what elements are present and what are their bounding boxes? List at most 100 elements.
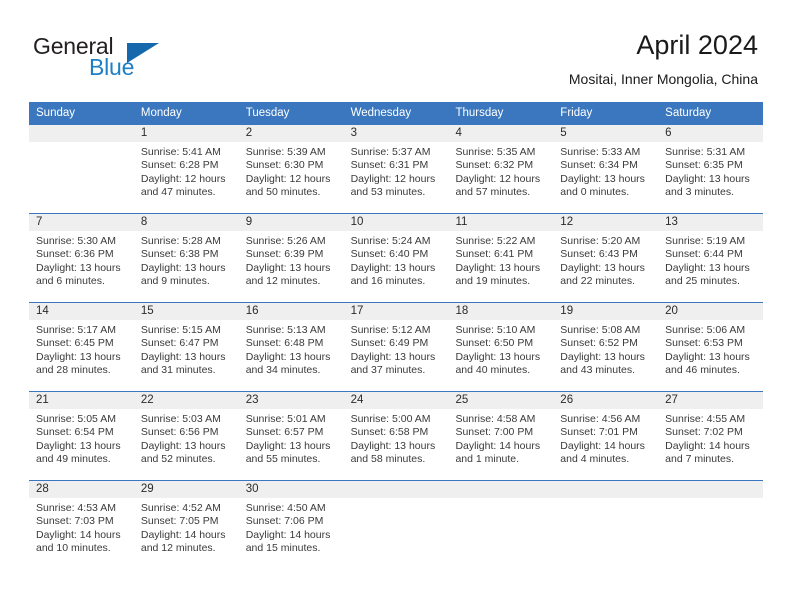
sunrise-line: Sunrise: 5:37 AM (350, 146, 431, 158)
sunrise-line: Sunrise: 5:31 AM (665, 146, 746, 158)
day-number (29, 125, 134, 142)
daylight-line-2: and 4 minutes. (560, 453, 630, 466)
daylight-line-1: Daylight: 14 hours (140, 528, 226, 541)
day-cell[interactable] (658, 481, 764, 570)
day-cell[interactable]: 25 Sunrise: 4:58 AM Sunset: 7:00 PM Dayl… (448, 392, 554, 480)
day-cell[interactable]: 17 Sunrise: 5:12 AM Sunset: 6:49 PM Dayl… (343, 303, 449, 391)
sunrise-line: Sunrise: 5:30 AM (36, 235, 116, 247)
day-details: Sunrise: 5:22 AM Sunset: 6:41 PM Dayligh… (448, 231, 553, 289)
day-details: Sunrise: 5:06 AM Sunset: 6:53 PM Dayligh… (658, 320, 763, 378)
day-cell[interactable]: 30 Sunrise: 4:50 AM Sunset: 7:06 PM Dayl… (238, 481, 344, 570)
day-cell[interactable]: 28 Sunrise: 4:53 AM Sunset: 7:03 PM Dayl… (29, 481, 134, 570)
sunrise-line: Sunrise: 5:06 AM (665, 324, 746, 336)
day-cell[interactable]: 4 Sunrise: 5:35 AM Sunset: 6:32 PM Dayli… (448, 125, 554, 213)
day-number (343, 481, 449, 498)
daylight-line-1: Daylight: 13 hours (140, 350, 226, 363)
day-details: Sunrise: 4:53 AM Sunset: 7:03 PM Dayligh… (29, 498, 134, 556)
weekday-header-friday: Friday (560, 107, 593, 119)
daylight-line-2: and 25 minutes. (665, 275, 740, 288)
daylight-line-1: Daylight: 13 hours (560, 172, 645, 185)
day-number: 17 (343, 303, 449, 320)
logo-text-blue: Blue (89, 54, 135, 80)
sunrise-line: Sunrise: 5:39 AM (245, 146, 326, 158)
daylight-line-2: and 53 minutes. (350, 186, 426, 199)
day-cell[interactable]: 16 Sunrise: 5:13 AM Sunset: 6:48 PM Dayl… (238, 303, 344, 391)
day-cell[interactable]: 19 Sunrise: 5:08 AM Sunset: 6:52 PM Dayl… (553, 303, 659, 391)
day-cell[interactable]: 6 Sunrise: 5:31 AM Sunset: 6:35 PM Dayli… (658, 125, 764, 213)
sunrise-line: Sunrise: 4:52 AM (140, 502, 221, 514)
daylight-line-1: Daylight: 13 hours (245, 261, 331, 274)
day-cell[interactable]: 1 Sunrise: 5:41 AM Sunset: 6:28 PM Dayli… (133, 125, 239, 213)
day-details: Sunrise: 5:15 AM Sunset: 6:47 PM Dayligh… (134, 320, 239, 378)
day-cell[interactable]: 13 Sunrise: 5:19 AM Sunset: 6:44 PM Dayl… (658, 214, 764, 302)
day-cell[interactable]: 29 Sunrise: 4:52 AM Sunset: 7:05 PM Dayl… (133, 481, 239, 570)
day-cell[interactable]: 8 Sunrise: 5:28 AM Sunset: 6:38 PM Dayli… (133, 214, 239, 302)
page-subtitle: Mositai, Inner Mongolia, China (568, 71, 758, 87)
day-cell[interactable]: 3 Sunrise: 5:37 AM Sunset: 6:31 PM Dayli… (343, 125, 449, 213)
day-number: 23 (238, 392, 344, 409)
sunset-line: Sunset: 6:41 PM (455, 248, 534, 261)
day-cell[interactable]: 11 Sunrise: 5:22 AM Sunset: 6:41 PM Dayl… (448, 214, 554, 302)
sunrise-line: Sunrise: 5:12 AM (350, 324, 431, 336)
day-cell[interactable]: 27 Sunrise: 4:55 AM Sunset: 7:02 PM Dayl… (658, 392, 764, 480)
day-cell[interactable]: 23 Sunrise: 5:01 AM Sunset: 6:57 PM Dayl… (238, 392, 344, 480)
day-cell[interactable]: 9 Sunrise: 5:26 AM Sunset: 6:39 PM Dayli… (238, 214, 344, 302)
day-number: 26 (553, 392, 659, 409)
day-number: 9 (238, 214, 344, 231)
day-cell[interactable]: 24 Sunrise: 5:00 AM Sunset: 6:58 PM Dayl… (343, 392, 449, 480)
sunset-line: Sunset: 6:54 PM (36, 426, 114, 439)
daylight-line-1: Daylight: 13 hours (665, 172, 750, 185)
daylight-line-2: and 40 minutes. (455, 364, 531, 377)
day-cell[interactable]: 18 Sunrise: 5:10 AM Sunset: 6:50 PM Dayl… (448, 303, 554, 391)
sunrise-line: Sunrise: 5:35 AM (455, 146, 536, 158)
daylight-line-2: and 58 minutes. (350, 453, 426, 466)
week-row: 21 Sunrise: 5:05 AM Sunset: 6:54 PM Dayl… (29, 391, 764, 480)
daylight-line-1: Daylight: 13 hours (455, 350, 541, 363)
daylight-line-2: and 43 minutes. (560, 364, 636, 377)
daylight-line-2: and 15 minutes. (245, 542, 321, 555)
day-details: Sunrise: 5:41 AM Sunset: 6:28 PM Dayligh… (134, 142, 239, 200)
day-cell[interactable] (29, 125, 134, 213)
day-cell[interactable]: 10 Sunrise: 5:24 AM Sunset: 6:40 PM Dayl… (343, 214, 449, 302)
day-cell[interactable]: 5 Sunrise: 5:33 AM Sunset: 6:34 PM Dayli… (553, 125, 659, 213)
day-cell[interactable]: 15 Sunrise: 5:15 AM Sunset: 6:47 PM Dayl… (133, 303, 239, 391)
sunset-line: Sunset: 6:47 PM (140, 337, 219, 350)
sunrise-line: Sunrise: 4:50 AM (245, 502, 326, 514)
sunrise-line: Sunrise: 5:00 AM (350, 413, 431, 425)
day-cell[interactable]: 22 Sunrise: 5:03 AM Sunset: 6:56 PM Dayl… (133, 392, 239, 480)
day-cell[interactable]: 2 Sunrise: 5:39 AM Sunset: 6:30 PM Dayli… (238, 125, 344, 213)
daylight-line-1: Daylight: 12 hours (140, 172, 226, 185)
day-number: 30 (238, 481, 344, 498)
sunset-line: Sunset: 6:58 PM (350, 426, 429, 439)
daylight-line-2: and 6 minutes. (36, 275, 105, 288)
sunset-line: Sunset: 6:56 PM (140, 426, 219, 439)
day-number: 22 (133, 392, 239, 409)
day-cell[interactable]: 20 Sunrise: 5:06 AM Sunset: 6:53 PM Dayl… (658, 303, 764, 391)
sunset-line: Sunset: 7:01 PM (560, 426, 638, 439)
day-cell[interactable]: 12 Sunrise: 5:20 AM Sunset: 6:43 PM Dayl… (553, 214, 659, 302)
day-details (658, 498, 763, 502)
sunset-line: Sunset: 6:44 PM (665, 248, 743, 261)
day-cell[interactable]: 14 Sunrise: 5:17 AM Sunset: 6:45 PM Dayl… (29, 303, 134, 391)
sunrise-line: Sunrise: 5:33 AM (560, 146, 641, 158)
week-row: 7 Sunrise: 5:30 AM Sunset: 6:36 PM Dayli… (29, 213, 764, 302)
sunrise-line: Sunrise: 5:28 AM (140, 235, 221, 247)
sunset-line: Sunset: 6:48 PM (245, 337, 324, 350)
sunset-line: Sunset: 6:53 PM (665, 337, 743, 350)
daylight-line-2: and 46 minutes. (665, 364, 740, 377)
daylight-line-2: and 52 minutes. (140, 453, 216, 466)
daylight-line-1: Daylight: 13 hours (350, 350, 436, 363)
day-cell[interactable]: 21 Sunrise: 5:05 AM Sunset: 6:54 PM Dayl… (29, 392, 134, 480)
sunset-line: Sunset: 6:50 PM (455, 337, 534, 350)
daylight-line-2: and 3 minutes. (665, 186, 735, 199)
daylight-line-1: Daylight: 14 hours (245, 528, 331, 541)
day-number: 28 (29, 481, 134, 498)
sunrise-line: Sunrise: 4:58 AM (455, 413, 536, 425)
daylight-line-2: and 10 minutes. (36, 542, 111, 555)
day-cell[interactable]: 7 Sunrise: 5:30 AM Sunset: 6:36 PM Dayli… (29, 214, 134, 302)
day-cell[interactable]: 26 Sunrise: 4:56 AM Sunset: 7:01 PM Dayl… (553, 392, 659, 480)
day-cell[interactable] (343, 481, 449, 570)
day-cell[interactable] (553, 481, 659, 570)
day-cell[interactable] (448, 481, 554, 570)
daylight-line-1: Daylight: 13 hours (665, 261, 750, 274)
